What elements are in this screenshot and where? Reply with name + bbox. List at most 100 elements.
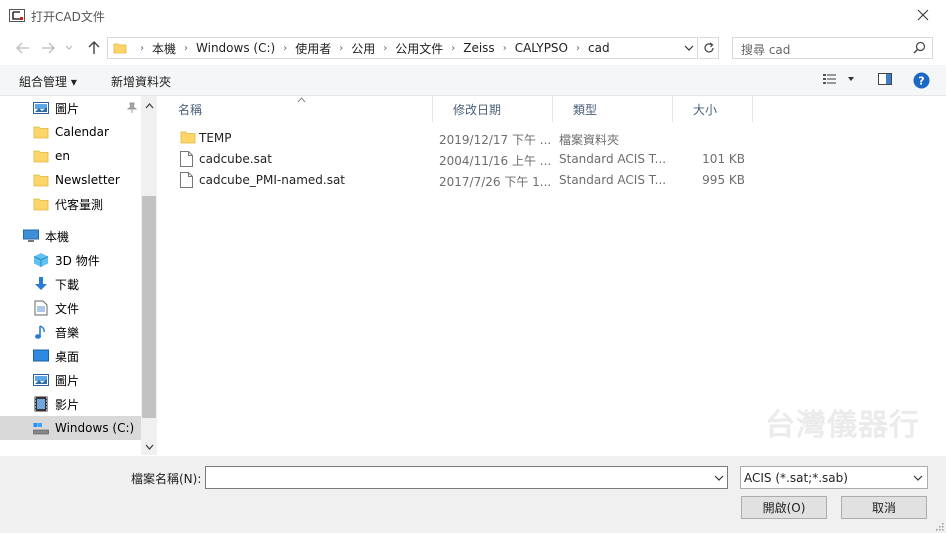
cancel-button[interactable]: 取消 bbox=[841, 496, 927, 519]
search-icon[interactable] bbox=[913, 41, 926, 54]
back-button[interactable] bbox=[13, 38, 33, 58]
open-button[interactable]: 開啟(O) bbox=[741, 496, 827, 519]
column-header-size[interactable]: 大小 bbox=[673, 96, 753, 122]
breadcrumb-item-public-documents[interactable]: 公用文件 bbox=[395, 40, 443, 57]
help-button[interactable]: ? bbox=[913, 72, 930, 92]
breadcrumb-separator[interactable]: › bbox=[283, 43, 287, 54]
nav-item-music[interactable]: 音樂 bbox=[0, 320, 142, 344]
scrollbar-thumb[interactable] bbox=[142, 196, 156, 418]
nav-item-en[interactable]: en bbox=[0, 144, 142, 168]
nav-item-documents[interactable]: 文件 bbox=[0, 296, 142, 320]
folder-icon bbox=[33, 196, 49, 212]
file-type-filter-value: ACIS (*.sat;*.sab) bbox=[744, 471, 848, 485]
preview-pane-button[interactable] bbox=[877, 71, 893, 90]
preview-pane-icon bbox=[878, 73, 892, 85]
nav-item-windows-c[interactable]: Windows (C:) bbox=[0, 416, 142, 440]
chevron-down-icon[interactable] bbox=[684, 41, 694, 55]
file-row[interactable]: cadcube.sat 2004/11/16 上午 ... Standard A… bbox=[158, 149, 758, 170]
nav-pane-scrollbar[interactable] bbox=[141, 96, 157, 455]
breadcrumb-separator[interactable]: › bbox=[576, 43, 580, 54]
nav-item-videos[interactable]: 影片 bbox=[0, 392, 142, 416]
nav-item-measurement-service[interactable]: 代客量測 bbox=[0, 192, 142, 216]
nav-item-desktop[interactable]: 桌面 bbox=[0, 344, 142, 368]
breadcrumb-separator[interactable]: › bbox=[451, 43, 455, 54]
breadcrumb-item-windows-c[interactable]: Windows (C:) bbox=[196, 41, 275, 55]
search-input[interactable]: 搜尋 cad bbox=[732, 37, 933, 59]
column-header-label: 名稱 bbox=[178, 102, 203, 117]
file-type: 檔案資料夾 bbox=[559, 133, 620, 147]
breadcrumb-separator[interactable]: › bbox=[339, 43, 343, 54]
resize-grip-icon[interactable] bbox=[934, 521, 944, 531]
new-folder-button[interactable]: 新增資料夾 bbox=[111, 73, 171, 90]
pin-icon[interactable] bbox=[127, 102, 137, 114]
file-type-filter-select[interactable]: ACIS (*.sat;*.sab) bbox=[740, 466, 928, 489]
breadcrumb-separator[interactable]: › bbox=[383, 43, 387, 54]
file-name: cadcube.sat bbox=[199, 152, 272, 166]
scroll-down-button[interactable] bbox=[141, 439, 157, 455]
close-button[interactable] bbox=[900, 0, 946, 30]
folder-icon bbox=[33, 148, 49, 164]
chevron-down-icon bbox=[65, 45, 73, 50]
help-icon: ? bbox=[913, 72, 930, 89]
drive-icon bbox=[33, 420, 49, 436]
desktop-icon bbox=[33, 348, 49, 364]
nav-item-pictures[interactable]: 圖片 bbox=[0, 368, 142, 392]
column-header-type[interactable]: 類型 bbox=[553, 96, 673, 122]
breadcrumb-separator[interactable]: › bbox=[184, 43, 188, 54]
3d-objects-icon bbox=[33, 252, 49, 268]
breadcrumb-item-zeiss[interactable]: Zeiss bbox=[463, 41, 494, 55]
nav-item-label: en bbox=[55, 149, 70, 163]
details-view-icon bbox=[823, 74, 854, 84]
navigation-pane: 圖片 Calendar en Newsletter 代客量測 本機 3D 物件 … bbox=[0, 96, 157, 455]
nav-item-label: Newsletter bbox=[55, 173, 120, 187]
breadcrumb-item-calypso[interactable]: CALYPSO bbox=[515, 41, 568, 55]
window-title: 打开CAD文件 bbox=[31, 10, 105, 24]
file-row[interactable]: cadcube_PMI-named.sat 2017/7/26 下午 1... … bbox=[158, 170, 758, 191]
column-header-label: 修改日期 bbox=[453, 102, 502, 117]
column-header-name[interactable]: 名稱 bbox=[158, 96, 433, 122]
command-bar: 組合管理 ▾ 新增資料夾 ? bbox=[0, 65, 946, 96]
nav-item-label: 本機 bbox=[45, 229, 70, 244]
file-row[interactable]: TEMP 2019/12/17 下午 ... 檔案資料夾 bbox=[158, 128, 758, 149]
cad-app-icon bbox=[9, 9, 25, 22]
scroll-up-button[interactable] bbox=[141, 98, 157, 114]
recent-locations-button[interactable] bbox=[62, 38, 76, 58]
refresh-button[interactable] bbox=[699, 37, 719, 59]
chevron-down-icon[interactable] bbox=[714, 471, 724, 485]
nav-item-pictures-pinned[interactable]: 圖片 bbox=[0, 96, 142, 120]
nav-item-label: 文件 bbox=[55, 301, 80, 316]
forward-button[interactable] bbox=[38, 38, 58, 58]
breadcrumb-item-cad[interactable]: cad bbox=[588, 41, 610, 55]
nav-item-3d-objects[interactable]: 3D 物件 bbox=[0, 248, 142, 272]
documents-icon bbox=[33, 300, 49, 316]
nav-item-downloads[interactable]: 下載 bbox=[0, 272, 142, 296]
file-icon bbox=[180, 172, 193, 188]
arrow-right-icon bbox=[42, 42, 55, 54]
organize-menu-button[interactable]: 組合管理 ▾ bbox=[19, 73, 77, 90]
downloads-icon bbox=[33, 276, 49, 292]
arrow-left-icon bbox=[16, 42, 29, 54]
refresh-icon bbox=[703, 42, 714, 53]
nav-item-this-pc[interactable]: 本機 bbox=[0, 224, 142, 248]
folder-icon bbox=[113, 43, 127, 54]
breadcrumb-item-public[interactable]: 公用 bbox=[351, 40, 375, 57]
file-name: cadcube_PMI-named.sat bbox=[199, 173, 346, 187]
search-placeholder: 搜尋 cad bbox=[741, 43, 791, 57]
column-header-date-modified[interactable]: 修改日期 bbox=[433, 96, 553, 122]
file-size: 995 KB bbox=[702, 173, 745, 187]
nav-item-label: 代客量測 bbox=[55, 197, 104, 212]
nav-item-label: Windows (C:) bbox=[55, 421, 135, 435]
up-button[interactable] bbox=[84, 38, 104, 58]
breadcrumb-separator[interactable]: › bbox=[503, 43, 507, 54]
filename-label: 檔案名稱(N): bbox=[131, 472, 202, 486]
breadcrumb-item-users[interactable]: 使用者 bbox=[295, 40, 331, 57]
breadcrumb-item-this-pc[interactable]: 本機 bbox=[152, 40, 176, 57]
filename-input[interactable] bbox=[205, 466, 728, 489]
nav-item-newsletter[interactable]: Newsletter bbox=[0, 168, 142, 192]
view-options-button[interactable] bbox=[822, 71, 856, 90]
file-date: 2004/11/16 上午 ... bbox=[439, 154, 552, 168]
nav-item-label: 圖片 bbox=[55, 373, 80, 388]
address-bar[interactable]: › 本機 › Windows (C:) › 使用者 › 公用 › 公用文件 › … bbox=[107, 37, 698, 59]
music-icon bbox=[33, 324, 49, 340]
nav-item-calendar[interactable]: Calendar bbox=[0, 120, 142, 144]
